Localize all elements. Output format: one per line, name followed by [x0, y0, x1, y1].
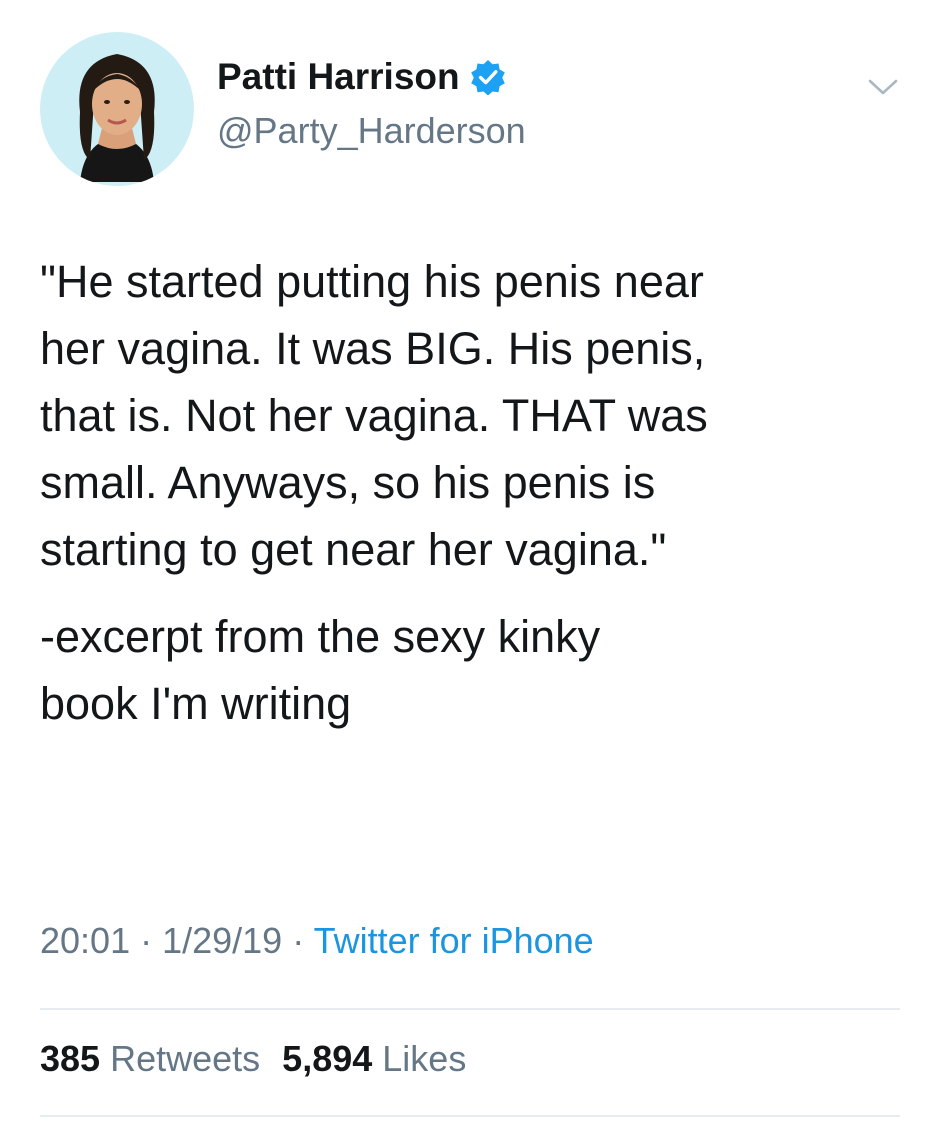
- tweet-line: starting to get near her vagina.": [40, 524, 667, 575]
- tweet-line: -excerpt from the sexy kinky: [40, 611, 601, 662]
- avatar-image: [40, 32, 194, 186]
- tweet-line: small. Anyways, so his penis is: [40, 457, 656, 508]
- author-avatar[interactable]: [40, 32, 194, 186]
- tweet-text: "He started putting his penis near her v…: [40, 248, 920, 737]
- divider: [40, 1008, 900, 1010]
- tweet-line: her vagina. It was BIG. His penis,: [40, 323, 706, 374]
- retweets-stat[interactable]: 385 Retweets: [40, 1038, 260, 1079]
- retweets-count: 385: [40, 1038, 101, 1079]
- author-display-name[interactable]: Patti Harrison: [217, 56, 460, 98]
- verified-badge-icon: [470, 59, 506, 96]
- tweet-date[interactable]: 1/29/19: [162, 920, 282, 961]
- tweet-meta: 20:01 · 1/29/19 · Twitter for iPhone: [40, 920, 594, 962]
- tweet-paragraph-attribution: -excerpt from the sexy kinky book I'm wr…: [40, 603, 920, 737]
- likes-count: 5,894: [282, 1038, 373, 1079]
- author-name-row: Patti Harrison: [217, 52, 506, 102]
- retweets-label: Retweets: [110, 1038, 261, 1079]
- tweet-line: book I'm writing: [40, 678, 352, 729]
- chevron-down-icon[interactable]: [866, 72, 900, 102]
- author-handle[interactable]: @Party_Harderson: [217, 110, 526, 152]
- likes-stat[interactable]: 5,894 Likes: [282, 1038, 466, 1079]
- divider: [40, 1115, 900, 1117]
- tweet-time[interactable]: 20:01: [40, 920, 130, 961]
- tweet-paragraph-excerpt: "He started putting his penis near her v…: [40, 248, 920, 583]
- tweet-source-link[interactable]: Twitter for iPhone: [314, 920, 594, 961]
- tweet-card: Patti Harrison @Party_Harderson "He star…: [0, 0, 940, 1125]
- tweet-stats: 385 Retweets 5,894 Likes: [40, 1038, 466, 1080]
- meta-separator: ·: [282, 920, 314, 961]
- tweet-line: "He started putting his penis near: [40, 256, 704, 307]
- meta-separator: ·: [130, 920, 163, 961]
- tweet-line: that is. Not her vagina. THAT was: [40, 390, 708, 441]
- likes-label: Likes: [382, 1038, 467, 1079]
